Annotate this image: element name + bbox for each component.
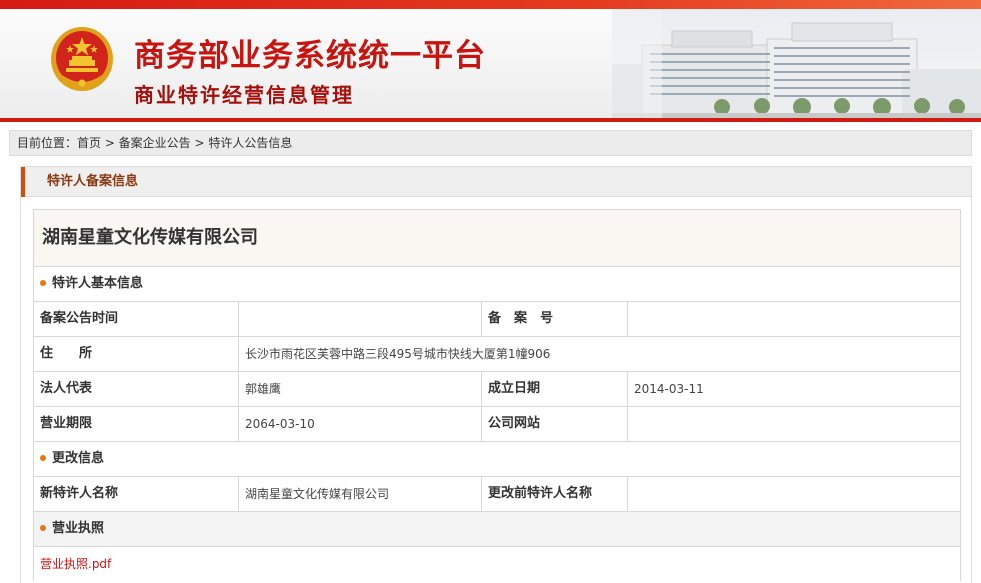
field-value (628, 477, 960, 511)
header-banner: 商务部业务系统统一平台 商业特许经营信息管理 (0, 0, 981, 122)
bullet-dot-icon (40, 279, 46, 286)
bullet-dot-icon (40, 524, 46, 531)
field-label: 新特许人名称 (34, 477, 239, 511)
banner-top-stripe (0, 0, 981, 9)
section-title: 特许人基本信息 (52, 276, 144, 291)
field-label: 成立日期 (482, 372, 628, 406)
section-basic-info: 特许人基本信息 (34, 267, 960, 302)
field-label: 更改前特许人名称 (482, 477, 628, 511)
table-row: 新特许人名称 湖南星童文化传媒有限公司 更改前特许人名称 (34, 477, 960, 512)
license-file-row: 营业执照.pdf (34, 547, 960, 581)
field-label: 住 所 (34, 337, 239, 371)
license-pdf-link[interactable]: 营业执照.pdf (40, 557, 111, 571)
field-value-address: 长沙市雨花区芙蓉中路三段495号城市快线大厦第1幢906 (245, 347, 551, 361)
field-value (628, 407, 960, 441)
government-building-illustration (612, 9, 981, 118)
company-name: 湖南星童文化传媒有限公司 (34, 210, 960, 267)
field-value (628, 302, 960, 336)
table-row: 法人代表 郭雄鹰 成立日期 2014-03-11 (34, 372, 960, 407)
national-emblem-icon (51, 27, 113, 91)
bullet-dot-icon (40, 454, 46, 461)
section-title: 营业执照 (52, 521, 105, 536)
panel-title: 特许人备案信息 (47, 174, 139, 189)
section-business-license: 营业执照 (34, 512, 960, 547)
site-subtitle: 商业特许经营信息管理 (134, 83, 354, 107)
site-title: 商务部业务系统统一平台 (134, 38, 486, 74)
field-value (239, 302, 482, 336)
panel-header: 特许人备案信息 (21, 167, 971, 197)
table-row: 备案公告时间 备 案 号 (34, 302, 960, 337)
field-value: 湖南星童文化传媒有限公司 (239, 477, 482, 511)
breadcrumb[interactable]: 目前位置：首页 > 备案企业公告 > 特许人公告信息 (9, 130, 972, 156)
table-row: 住 所 长沙市雨花区芙蓉中路三段495号城市快线大厦第1幢906 (34, 337, 960, 372)
field-label: 营业期限 (34, 407, 239, 441)
section-title: 更改信息 (52, 451, 105, 466)
field-value: 郭雄鹰 (239, 372, 482, 406)
field-label: 法人代表 (34, 372, 239, 406)
panel-header-accent (21, 167, 25, 197)
field-label: 公司网站 (482, 407, 628, 441)
franchisor-info-table: 湖南星童文化传媒有限公司 特许人基本信息 备案公告时间 备 案 号 住 所 长沙… (33, 209, 961, 581)
field-label: 备 案 号 (482, 302, 628, 336)
section-change-info: 更改信息 (34, 442, 960, 477)
field-value: 2014-03-11 (634, 382, 704, 396)
table-row: 营业期限 2064-03-10 公司网站 (34, 407, 960, 442)
banner-bottom-stripe (0, 118, 981, 122)
field-label: 备案公告时间 (34, 302, 239, 336)
field-value: 2064-03-10 (239, 407, 482, 441)
